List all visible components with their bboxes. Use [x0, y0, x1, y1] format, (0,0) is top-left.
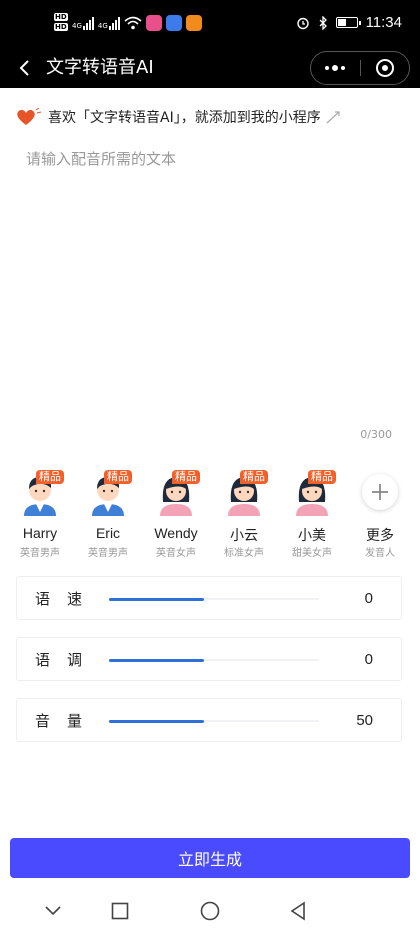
- nav-collapse-button[interactable]: [40, 898, 66, 924]
- volume-slider[interactable]: [109, 719, 319, 723]
- hd-badge-1: HD: [54, 13, 68, 21]
- status-right: 11:34: [296, 14, 402, 31]
- premium-badge: 精品: [172, 470, 200, 484]
- circle-icon: [200, 901, 220, 921]
- char-counter: 0/300: [360, 428, 392, 441]
- voice-desc: 英音男声: [20, 548, 60, 559]
- tts-text-input[interactable]: [26, 148, 406, 418]
- target-circle-icon: [375, 59, 394, 77]
- system-nav-bar: [0, 888, 420, 933]
- hd-badges: HD HD: [54, 13, 68, 33]
- signal-icon-2: 4G: [98, 16, 120, 30]
- volume-label: 音量: [35, 712, 100, 730]
- triangle-back-icon: [290, 901, 305, 921]
- speed-label: 语速: [35, 590, 100, 608]
- nav-back-button[interactable]: [285, 898, 311, 924]
- banner-text: 喜欢「文字转语音AI」，就添加到我的小程序: [48, 110, 321, 126]
- nav-bar: 文字转语音AI: [0, 48, 420, 88]
- heart-icon: [17, 107, 42, 125]
- page-title: 文字转语音AI: [46, 57, 154, 78]
- voice-name: Harry: [22, 525, 58, 541]
- voice-name: Wendy: [154, 525, 198, 541]
- voice-desc: 英音男声: [88, 548, 128, 559]
- plus-icon: [372, 484, 388, 500]
- premium-badge: 精品: [308, 470, 336, 484]
- voice-name: 小美: [298, 527, 326, 543]
- pitch-value: 0: [364, 651, 373, 668]
- mini-program-capsule: [310, 51, 410, 85]
- pitch-slider[interactable]: [109, 658, 319, 662]
- volume-value: 50: [356, 712, 373, 729]
- voice-option-xiaoyun[interactable]: 精品 小云 标准女声: [210, 468, 278, 564]
- chevron-left-icon: [19, 60, 29, 76]
- speed-value: 0: [364, 590, 373, 607]
- voice-selector: 精品 Harry 英音男声 精品 Eric 英音男声 精品 Wendy 英音女声: [6, 468, 414, 564]
- add-to-my-programs-banner[interactable]: 喜欢「文字转语音AI」，就添加到我的小程序: [16, 104, 343, 130]
- voice-name: 小云: [230, 527, 258, 543]
- nav-recents-button[interactable]: [107, 898, 133, 924]
- speed-slider[interactable]: [109, 597, 319, 601]
- speed-slider-fill: [109, 597, 204, 601]
- premium-badge: 精品: [104, 470, 132, 484]
- wifi-icon: [124, 16, 142, 30]
- net-label-2: 4G: [97, 22, 108, 30]
- square-icon: [111, 902, 129, 920]
- more-voices-button[interactable]: 更多 发音人: [346, 468, 414, 564]
- pitch-label: 语调: [35, 651, 100, 669]
- pitch-setting: 语调 0: [16, 637, 402, 681]
- sparkle-arrow-icon: [326, 111, 340, 124]
- alarm-icon: [296, 17, 309, 29]
- volume-setting: 音量 50: [16, 698, 402, 742]
- pitch-slider-fill: [109, 658, 204, 662]
- voice-option-xiaomei[interactable]: 精品 小美 甜美女声: [278, 468, 346, 564]
- nav-home-button[interactable]: [197, 898, 223, 924]
- bluetooth-icon: [319, 15, 327, 30]
- premium-badge: 精品: [36, 470, 64, 484]
- more-voices-label: 更多: [366, 527, 394, 543]
- speed-setting: 语速 0: [16, 576, 402, 620]
- net-label-1: 4G: [72, 22, 82, 30]
- volume-slider-fill: [109, 719, 204, 723]
- voice-desc: 英音女声: [156, 548, 196, 559]
- clock-time: 11:34: [365, 14, 402, 31]
- status-left: HD HD 4G 4G: [54, 13, 202, 33]
- voice-desc: 甜美女声: [292, 548, 332, 559]
- voice-option-wendy[interactable]: 精品 Wendy 英音女声: [142, 468, 210, 564]
- voice-option-eric[interactable]: 精品 Eric 英音男声: [74, 468, 142, 564]
- battery-icon: [335, 17, 361, 28]
- status-bar: HD HD 4G 4G 11:34: [0, 0, 420, 48]
- more-voices-circle: [362, 474, 398, 510]
- more-dots-icon: [325, 65, 346, 71]
- app-notification-icon-1: [145, 15, 162, 31]
- generate-button[interactable]: 立即生成: [10, 838, 410, 878]
- voice-option-harry[interactable]: 精品 Harry 英音男声: [6, 468, 74, 564]
- close-mini-program-button[interactable]: [361, 52, 410, 84]
- more-voices-desc: 发音人: [365, 548, 395, 559]
- voice-name: Eric: [95, 525, 121, 541]
- more-menu-button[interactable]: [311, 52, 360, 84]
- back-button[interactable]: [12, 56, 36, 80]
- app-notification-icon-2: [165, 15, 182, 31]
- premium-badge: 精品: [240, 470, 268, 484]
- hd-badge-2: HD: [54, 23, 68, 31]
- signal-icon-1: 4G: [72, 16, 94, 30]
- app-notification-icon-3: [185, 15, 202, 31]
- chevron-down-icon: [45, 906, 61, 916]
- voice-desc: 标准女声: [224, 548, 264, 559]
